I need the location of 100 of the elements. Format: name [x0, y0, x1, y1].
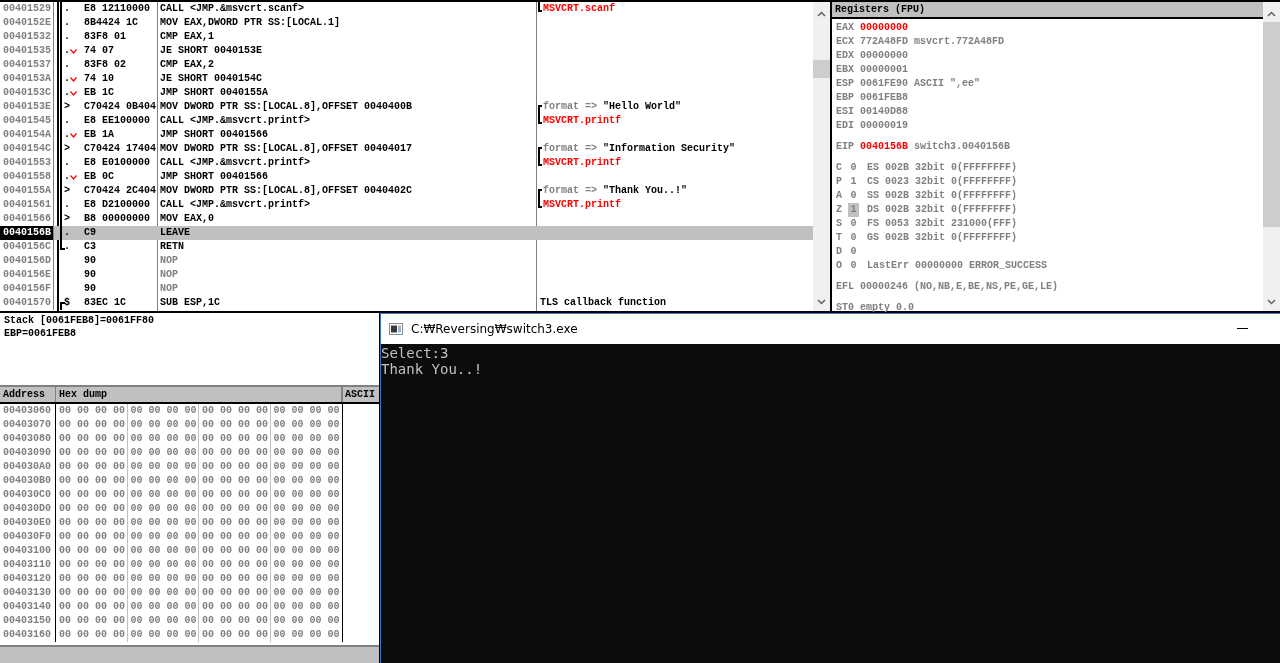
row-marker: $ [64, 296, 70, 310]
code-row[interactable]: 0040156E 90 NOP [0, 268, 813, 282]
column-header: Hex dump [56, 387, 343, 402]
code-row[interactable]: 0040153C . EB 1C JMP SHORT 0040155A [0, 86, 813, 100]
row-marker: . [64, 170, 70, 184]
address-cell: 00403140 [0, 600, 56, 614]
row-marker: . [64, 16, 70, 30]
code-row[interactable]: 00401558 . EB 0C JMP SHORT 00401566 [0, 170, 813, 184]
hex-bytes-cell: 00 00 00 00 [202, 447, 268, 458]
instruction-cell-text: JMP SHORT 00401566 [159, 170, 270, 184]
instruction-cell-text: CMP EAX,2 [159, 58, 215, 72]
hex-bytes-cell: 00 00 00 00 [202, 405, 268, 416]
code-row[interactable]: 0040154A . EB 1A JMP SHORT 00401566 [0, 128, 813, 142]
address-cell: 00403150 [0, 614, 56, 628]
hex-bytes-cell: 00 00 00 00 [59, 587, 125, 598]
flag-value: 0 [849, 217, 858, 231]
register-value: 00000246 [860, 280, 909, 294]
code-row[interactable]: 0040156C . C3 RETN [0, 240, 813, 254]
code-row[interactable]: 00401529 . E8 12110000 CALL <JMP.&msvcrt.scanf> MSVCRT.scanf [0, 2, 813, 16]
flag-value: 0 [849, 259, 858, 273]
row-marker: . [64, 58, 70, 72]
address-cell: 00403160 [0, 628, 56, 642]
code-row[interactable]: 0040155A > C70424 2C404 MOV DWORD PTR SS:[LOCAL.8],OFFSET 0040402C format => "Thank You..!" [0, 184, 813, 198]
hex-cell-text: E8 D2100000 [84, 198, 151, 212]
address-cell: 0040153A [0, 72, 54, 86]
address-cell: 004030F0 [0, 530, 56, 544]
code-row[interactable]: 00401570 $ 83EC 1C SUB ESP,1C TLS callback function [0, 296, 813, 310]
hex-bytes-cell: 00 00 00 00 [130, 601, 197, 612]
code-row[interactable]: 00401535 . 74 07 JE SHORT 0040153E [0, 44, 813, 58]
address-cell: 004030E0 [0, 516, 56, 530]
row-marker: > [64, 212, 70, 226]
address-cell: 00401535 [0, 44, 54, 58]
code-row[interactable]: 0040153A . 74 10 JE SHORT 0040154C [0, 72, 813, 86]
hex-cell-text: 90 [84, 282, 97, 296]
hex-bytes-cell: 00 00 00 00 [273, 531, 340, 542]
code-row[interactable]: 0040152E . 8B4424 1C MOV EAX,DWORD PTR SS:[LOCAL.1] [0, 16, 813, 30]
hex-cell-text: 8B4424 1C [84, 16, 139, 30]
flag-detail: SS 002B 32bit 0(FFFFFFFF) [867, 189, 1018, 203]
hex-bytes-cell: 00 00 00 00 [202, 419, 268, 430]
comment-label: format => [543, 142, 597, 156]
code-row[interactable]: 0040156D 90 NOP [0, 254, 813, 268]
address-cell: 0040154C [0, 142, 54, 156]
address-cell: 004030D0 [0, 502, 56, 516]
flag-name: S [836, 217, 842, 231]
code-row[interactable]: 0040153E > C70424 0B404 MOV DWORD PTR SS:[LOCAL.8],OFFSET 0040400B format => "Hello World" [0, 100, 813, 114]
code-row[interactable]: 00401537 . 83F8 02 CMP EAX,2 [0, 58, 813, 72]
hex-bytes-cell: 00 00 00 00 [273, 489, 340, 500]
register-value: 00000000 [860, 21, 909, 35]
register-name: EBP [836, 91, 854, 105]
hex-bytes-cell: 00 00 00 00 [273, 629, 340, 640]
flag-value: 0 [849, 231, 858, 245]
code-row[interactable]: 0040154C > C70424 17404 MOV DWORD PTR SS:[LOCAL.8],OFFSET 00404017 format => "Information Security" [0, 142, 813, 156]
address-cell: 004030B0 [0, 474, 56, 488]
flag-value: 0 [849, 161, 858, 175]
hex-bytes-cell: 00 00 00 00 [273, 475, 340, 486]
flag-detail: GS 002B 32bit 0(FFFFFFFF) [867, 231, 1018, 245]
hex-bytes-cell: 00 00 00 00 [202, 615, 268, 626]
hex-bytes-cell: 00 00 00 00 [273, 559, 340, 570]
hex-bytes-cell: 00 00 00 00 [202, 433, 268, 444]
register-comment: (NO,NB,E,BE,NS,PE,GE,LE) [914, 280, 1059, 294]
flag-name: A [836, 189, 842, 203]
code-row[interactable]: 00401553 . E8 E0100000 CALL <JMP.&msvcrt.printf> MSVCRT.printf [0, 156, 813, 170]
code-row[interactable]: 00401561 . E8 D2100000 CALL <JMP.&msvcrt.printf> MSVCRT.printf [0, 198, 813, 212]
hex-bytes-cell: 00 00 00 00 [130, 517, 197, 528]
hex-cell-text: C3 [84, 240, 97, 254]
hex-bytes-cell: 00 00 00 00 [130, 615, 197, 626]
hex-cell-text: C9 [84, 226, 97, 240]
comment-text: MSVCRT.scanf [543, 3, 615, 14]
hex-cell-text: E8 E0100000 [84, 156, 151, 170]
console-output-line: Select:3 [381, 345, 450, 361]
code-row[interactable]: 0040156B . C9 LEAVE [0, 226, 813, 240]
code-row[interactable]: 0040156F 90 NOP [0, 282, 813, 296]
hex-bytes-cell: 00 00 00 00 [273, 545, 340, 556]
hex-bytes-cell: 00 00 00 00 [202, 517, 268, 528]
instruction-cell-text: NOP [159, 268, 179, 282]
hex-bytes-cell: 00 00 00 00 [202, 587, 268, 598]
code-row[interactable]: 00401532 . 83F8 01 CMP EAX,1 [0, 30, 813, 44]
code-row[interactable]: 00401545 . E8 EE100000 CALL <JMP.&msvcrt.printf> MSVCRT.printf [0, 114, 813, 128]
instruction-cell-text: RETN [159, 240, 185, 254]
hex-cell-text: EB 0C [84, 170, 115, 184]
hex-bytes-cell: 00 00 00 00 [273, 447, 340, 458]
register-comment: ASCII ",ee" [914, 77, 981, 91]
address-cell: 00403120 [0, 572, 56, 586]
hex-bytes-cell: 00 00 00 00 [273, 601, 340, 612]
info-line: EBP=0061FEB8 [4, 327, 77, 340]
address-cell: 00401561 [0, 198, 54, 212]
hex-cell-text: E8 12110000 [84, 2, 151, 16]
comment-text: "Hello World" [603, 100, 682, 114]
hex-bytes-cell: 00 00 00 00 [59, 615, 125, 626]
address-cell: 00401570 [0, 296, 54, 310]
flag-detail: CS 0023 32bit 0(FFFFFFFF) [867, 175, 1018, 189]
column-header: Address [0, 387, 56, 402]
hex-bytes-cell: 00 00 00 00 [59, 545, 125, 556]
row-marker: . [64, 2, 70, 16]
instruction-cell-text: CMP EAX,1 [159, 30, 215, 44]
register-value: 00000000 [860, 49, 909, 63]
register-comment: switch3.0040156B [914, 140, 1011, 154]
address-cell: 004030C0 [0, 488, 56, 502]
flag-value: 1 [849, 175, 858, 189]
register-value: 772A48FD [860, 35, 909, 49]
